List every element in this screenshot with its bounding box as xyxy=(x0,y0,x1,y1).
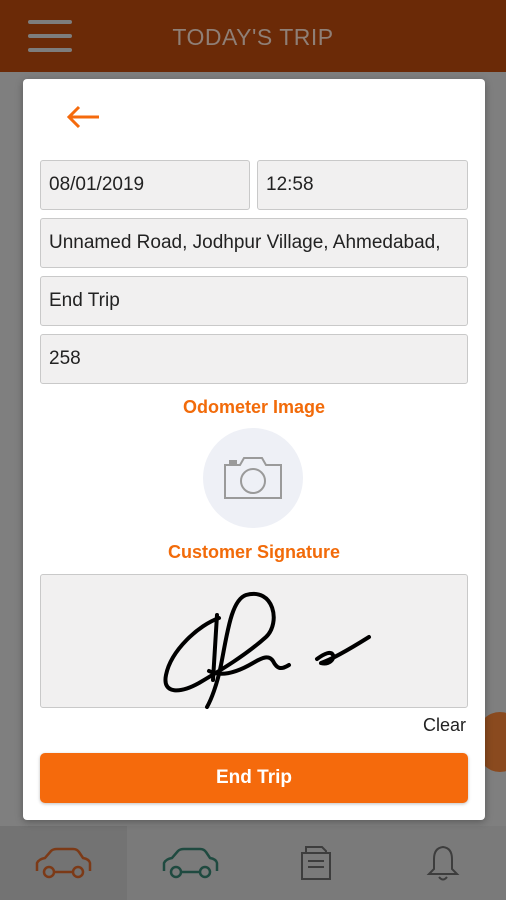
nav-item-trip[interactable] xyxy=(0,826,127,900)
date-field[interactable]: 08/01/2019 xyxy=(40,160,250,210)
customer-signature-label: Customer Signature xyxy=(167,542,341,562)
odometer-image-label: Odometer Image xyxy=(182,397,326,417)
end-trip-button[interactable]: End Trip xyxy=(40,753,468,803)
address-field[interactable]: Unnamed Road, Jodhpur Village, Ahmedabad… xyxy=(40,218,468,268)
end-trip-dialog: 08/01/2019 12:58 Unnamed Road, Jodhpur V… xyxy=(23,79,485,820)
back-arrow-icon xyxy=(66,105,99,129)
nav-item-documents[interactable] xyxy=(253,826,380,900)
bell-icon xyxy=(426,845,460,881)
car-icon xyxy=(162,847,218,879)
signature-drawing xyxy=(163,591,371,709)
app-bar-title: TODAY'S TRIP xyxy=(172,24,334,50)
status-field[interactable]: End Trip xyxy=(40,276,468,326)
nav-item-notifications[interactable] xyxy=(380,826,506,900)
signature-pad[interactable] xyxy=(40,574,468,709)
bottom-nav xyxy=(0,826,506,900)
camera-icon xyxy=(224,457,282,499)
odometer-field[interactable]: 258 xyxy=(40,334,468,384)
clear-signature-button[interactable]: Clear xyxy=(423,715,466,736)
nav-item-vehicles[interactable] xyxy=(127,826,254,900)
document-icon xyxy=(301,846,332,880)
back-button[interactable] xyxy=(63,99,103,135)
car-icon xyxy=(36,847,92,879)
time-field[interactable]: 12:58 xyxy=(257,160,468,210)
app-bar: TODAY'S TRIP xyxy=(0,0,506,72)
odometer-image-picker[interactable] xyxy=(203,428,303,528)
